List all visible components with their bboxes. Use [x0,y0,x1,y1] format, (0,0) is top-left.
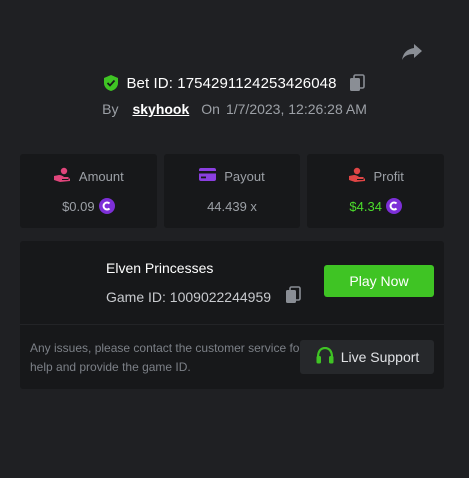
currency-coin-icon [385,198,402,214]
currency-coin-icon [98,198,115,214]
amount-label: Amount [78,168,124,184]
live-support-button[interactable]: Live Support [300,340,434,374]
username-link[interactable]: skyhook [132,101,189,117]
support-notice: Any issues, please contact the customer … [30,341,304,374]
bet-timestamp: 1/7/2023, 12:26:28 AM [225,101,367,117]
payout-value: 44.439 x [207,198,257,214]
shield-check-icon [104,75,119,91]
bet-stats: Amount $0.09 Payout 44.439 x Profit $4.3… [20,154,445,228]
game-panel: Elven Princesses Game ID: 1009022244959 … [20,241,444,389]
profit-card: Profit $4.34 [307,154,445,228]
profit-value: $4.34 [349,198,382,214]
copy-icon[interactable] [285,286,301,307]
game-id: Game ID: 1009022244959 [106,288,272,305]
game-name: Elven Princesses [106,260,214,276]
live-support-label: Live Support [340,349,420,365]
play-now-button[interactable]: Play Now [324,265,434,297]
bet-meta-row: By skyhook On 1/7/2023, 12:26:28 AM [0,98,469,120]
amount-card: Amount $0.09 [20,154,157,228]
payout-label: Payout [224,168,265,184]
hand-coins-icon [53,167,71,186]
amount-value: $0.09 [62,198,95,214]
bet-id: Bet ID: 1754291124253426048 [126,74,337,92]
share-icon[interactable] [401,42,423,62]
profit-label: Profit [373,168,404,184]
headset-icon [315,346,335,368]
hand-profit-icon [348,167,366,186]
bet-id-row: Bet ID: 1754291124253426048 [0,72,469,94]
payout-card: Payout 44.439 x [163,154,301,228]
card-icon [199,168,217,184]
copy-icon[interactable] [349,74,365,92]
by-label: By [102,101,119,117]
divider [20,324,444,325]
on-label: On [201,101,220,117]
game-id-row: Game ID: 1009022244959 [106,286,301,307]
